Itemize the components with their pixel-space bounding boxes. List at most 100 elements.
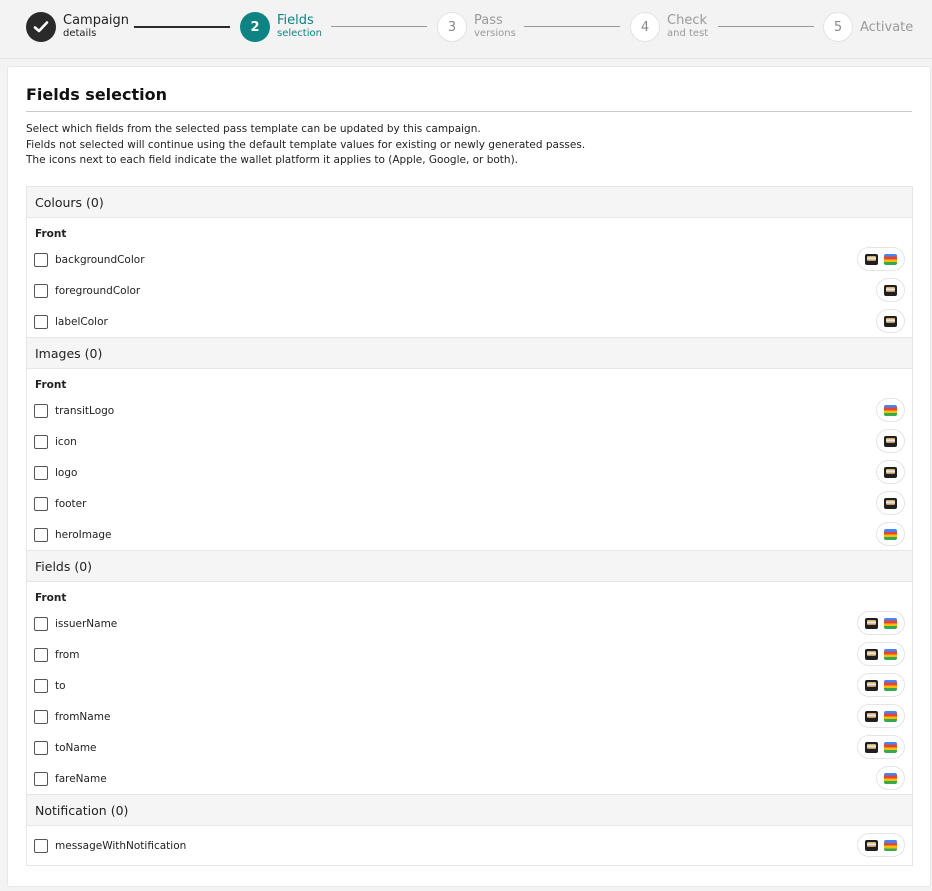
field-row[interactable]: foregroundColor bbox=[27, 275, 912, 306]
google-wallet-icon bbox=[884, 253, 897, 265]
apple-wallet-icon bbox=[884, 466, 897, 478]
section-body-colours: Front backgroundColor foregroundColor la… bbox=[27, 218, 912, 337]
field-row[interactable]: icon bbox=[27, 426, 912, 457]
field-checkbox[interactable] bbox=[34, 496, 48, 511]
field-row[interactable]: to bbox=[27, 670, 912, 701]
section-body-fields: Front issuerName from to fromName toName… bbox=[27, 582, 912, 794]
field-label: backgroundColor bbox=[55, 253, 145, 266]
platform-badges bbox=[857, 673, 905, 697]
step-activate[interactable]: 5 Activate bbox=[823, 11, 913, 43]
platform-badges bbox=[876, 522, 905, 546]
apple-wallet-icon bbox=[865, 253, 878, 265]
field-label: toName bbox=[55, 741, 97, 754]
field-label: to bbox=[55, 679, 66, 692]
google-wallet-icon bbox=[884, 839, 897, 851]
field-label: fareName bbox=[55, 772, 107, 785]
apple-wallet-icon bbox=[865, 617, 878, 629]
field-row[interactable]: fareName bbox=[27, 763, 912, 794]
platform-badges bbox=[857, 704, 905, 728]
field-checkbox[interactable] bbox=[34, 403, 48, 418]
field-checkbox[interactable] bbox=[34, 616, 48, 631]
section-header-fields[interactable]: Fields (0) bbox=[27, 551, 912, 582]
description-line: Fields not selected will continue using … bbox=[26, 138, 586, 151]
platform-badges bbox=[876, 398, 905, 422]
field-checkbox[interactable] bbox=[34, 465, 48, 480]
step-title: Activate bbox=[860, 19, 914, 35]
field-sections: Colours (0) Front backgroundColor foregr… bbox=[26, 186, 913, 866]
apple-wallet-icon bbox=[884, 315, 897, 327]
field-row[interactable]: from bbox=[27, 639, 912, 670]
step-title: Campaign bbox=[63, 13, 130, 28]
platform-badges bbox=[857, 642, 905, 666]
step-number: 5 bbox=[823, 12, 853, 42]
field-checkbox[interactable] bbox=[34, 771, 48, 786]
step-subtitle: selection bbox=[277, 28, 322, 39]
step-connector bbox=[524, 26, 620, 27]
field-checkbox[interactable] bbox=[34, 709, 48, 724]
platform-badges bbox=[876, 766, 905, 790]
field-label: issuerName bbox=[55, 617, 118, 630]
step-check-and-test[interactable]: 4 Check and test bbox=[630, 11, 708, 43]
field-checkbox[interactable] bbox=[34, 314, 48, 329]
field-label: messageWithNotification bbox=[55, 839, 187, 852]
field-label: fromName bbox=[55, 710, 111, 723]
step-subtitle: details bbox=[63, 28, 97, 39]
section-header-colours[interactable]: Colours (0) bbox=[27, 187, 912, 218]
apple-wallet-icon bbox=[865, 710, 878, 722]
group-label: Front bbox=[35, 379, 67, 391]
apple-wallet-icon bbox=[865, 648, 878, 660]
section-body-notification: messageWithNotification bbox=[27, 826, 912, 865]
step-connector bbox=[718, 26, 814, 27]
field-checkbox[interactable] bbox=[34, 527, 48, 542]
field-checkbox[interactable] bbox=[34, 838, 48, 853]
fields-selection-card: Fields selection Select which fields fro… bbox=[7, 66, 931, 887]
step-title: Pass bbox=[474, 13, 503, 28]
field-row[interactable]: labelColor bbox=[27, 306, 912, 337]
step-pass-versions[interactable]: 3 Pass versions bbox=[437, 11, 516, 43]
field-row[interactable]: toName bbox=[27, 732, 912, 763]
step-number: 2 bbox=[240, 12, 270, 42]
field-row[interactable]: messageWithNotification bbox=[27, 830, 912, 861]
google-wallet-icon bbox=[884, 679, 897, 691]
step-number: 3 bbox=[437, 12, 467, 42]
google-wallet-icon bbox=[884, 617, 897, 629]
section-header-notification[interactable]: Notification (0) bbox=[27, 795, 912, 826]
step-connector bbox=[134, 26, 230, 28]
field-label: foregroundColor bbox=[55, 284, 141, 297]
field-row[interactable]: issuerName bbox=[27, 608, 912, 639]
field-label: labelColor bbox=[55, 315, 108, 328]
field-checkbox[interactable] bbox=[34, 283, 48, 298]
apple-wallet-icon bbox=[865, 679, 878, 691]
group-label: Front bbox=[35, 228, 67, 240]
field-checkbox[interactable] bbox=[34, 740, 48, 755]
stepper: Campaign details 2 Fields selection 3 Pa… bbox=[0, 0, 932, 59]
apple-wallet-icon bbox=[884, 497, 897, 509]
platform-badges bbox=[857, 247, 905, 271]
field-label: transitLogo bbox=[55, 404, 115, 417]
google-wallet-icon bbox=[884, 404, 897, 416]
field-checkbox[interactable] bbox=[34, 434, 48, 449]
field-row[interactable]: backgroundColor bbox=[27, 244, 912, 275]
step-fields-selection[interactable]: 2 Fields selection bbox=[240, 11, 322, 43]
field-row[interactable]: heroImage bbox=[27, 519, 912, 550]
step-campaign-details[interactable]: Campaign details bbox=[26, 11, 129, 43]
page-description: Select which fields from the selected pa… bbox=[26, 122, 585, 169]
apple-wallet-icon bbox=[865, 839, 878, 851]
field-checkbox[interactable] bbox=[34, 678, 48, 693]
google-wallet-icon bbox=[884, 741, 897, 753]
section-header-images[interactable]: Images (0) bbox=[27, 338, 912, 369]
platform-badges bbox=[876, 460, 905, 484]
field-row[interactable]: fromName bbox=[27, 701, 912, 732]
step-title: Fields bbox=[277, 13, 314, 28]
field-checkbox[interactable] bbox=[34, 252, 48, 267]
field-row[interactable]: logo bbox=[27, 457, 912, 488]
step-title: Check bbox=[667, 13, 707, 28]
field-row[interactable]: footer bbox=[27, 488, 912, 519]
apple-wallet-icon bbox=[884, 435, 897, 447]
field-checkbox[interactable] bbox=[34, 647, 48, 662]
field-label: heroImage bbox=[55, 528, 112, 541]
page-title: Fields selection bbox=[26, 85, 168, 104]
field-row[interactable]: transitLogo bbox=[27, 395, 912, 426]
field-label: logo bbox=[55, 466, 78, 479]
platform-badges bbox=[857, 611, 905, 635]
